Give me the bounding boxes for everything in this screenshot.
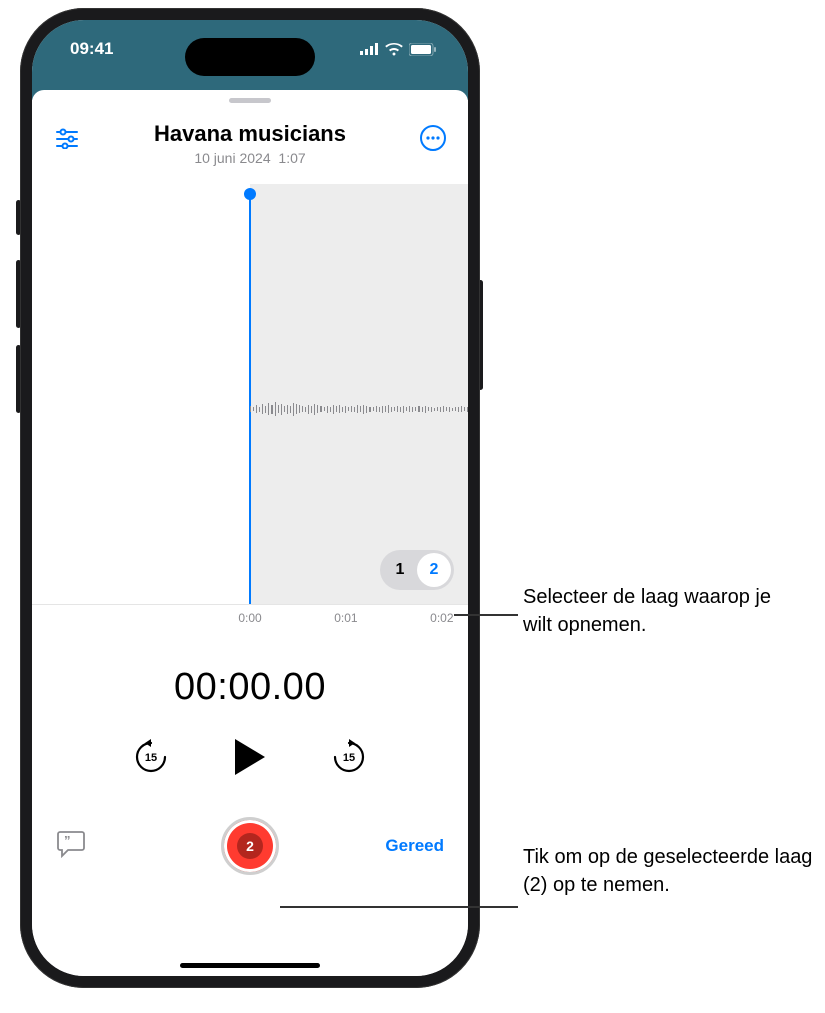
play-icon — [233, 737, 267, 777]
skip-back-button[interactable]: 15 — [133, 739, 169, 775]
transcript-button[interactable]: ” — [56, 830, 86, 863]
play-button[interactable] — [233, 737, 267, 777]
recording-duration: 1:07 — [278, 150, 305, 166]
elapsed-timer: 00:00.00 — [32, 666, 468, 709]
ruler-tick: 0:00 — [238, 611, 261, 625]
status-icons — [360, 43, 436, 56]
waveform-track-2 — [250, 389, 468, 429]
cellular-icon — [360, 43, 379, 55]
home-indicator[interactable] — [180, 963, 320, 968]
sliders-icon — [55, 127, 79, 149]
layer-2-button[interactable]: 2 — [417, 553, 451, 587]
svg-text:15: 15 — [343, 752, 355, 764]
ruler-tick: 0:01 — [334, 611, 357, 625]
layer-1-button[interactable]: 1 — [383, 553, 417, 587]
transcript-icon: ” — [56, 830, 86, 858]
more-button[interactable] — [416, 121, 450, 155]
bottom-toolbar: ” 2 Gereed — [32, 817, 468, 875]
sheet-grabber[interactable] — [229, 98, 271, 103]
skip-back-icon: 15 — [133, 739, 169, 775]
callout-layer-select: Selecteer de laag waarop je wilt opnemen… — [523, 583, 803, 639]
phone-frame: 09:41 Havana musicians 10 juni 2024 1:07 — [20, 8, 480, 988]
record-button[interactable]: 2 — [221, 817, 279, 875]
battery-icon — [409, 43, 436, 56]
recording-subtitle: 10 juni 2024 1:07 — [84, 150, 416, 166]
done-button[interactable]: Gereed — [385, 836, 444, 856]
layer-selector[interactable]: 1 2 — [380, 550, 454, 590]
skip-forward-button[interactable]: 15 — [331, 739, 367, 775]
phone-screen: 09:41 Havana musicians 10 juni 2024 1:07 — [32, 20, 468, 976]
dynamic-island — [185, 38, 315, 76]
status-time: 09:41 — [70, 39, 113, 59]
svg-text:15: 15 — [145, 752, 157, 764]
callout-leader-line — [454, 614, 518, 616]
time-ruler[interactable]: 0:00 0:01 0:02 — [32, 604, 468, 634]
recording-date: 10 juni 2024 — [194, 150, 270, 166]
waveform-area[interactable]: 1 2 — [32, 184, 468, 604]
skip-forward-icon: 15 — [331, 739, 367, 775]
recording-sheet: Havana musicians 10 juni 2024 1:07 1 2 — [32, 90, 468, 976]
record-layer-badge: 2 — [237, 833, 263, 859]
more-icon — [420, 125, 446, 151]
ruler-tick: 0:02 — [430, 611, 453, 625]
header: Havana musicians 10 juni 2024 1:07 — [32, 113, 468, 166]
wifi-icon — [385, 43, 403, 56]
callout-leader-line — [280, 906, 518, 908]
playback-controls: 15 15 — [32, 737, 468, 777]
svg-text:”: ” — [64, 833, 71, 848]
recording-title[interactable]: Havana musicians — [84, 121, 416, 147]
settings-button[interactable] — [50, 121, 84, 155]
callout-record: Tik om op de geselecteerde laag (2) op t… — [523, 843, 813, 899]
